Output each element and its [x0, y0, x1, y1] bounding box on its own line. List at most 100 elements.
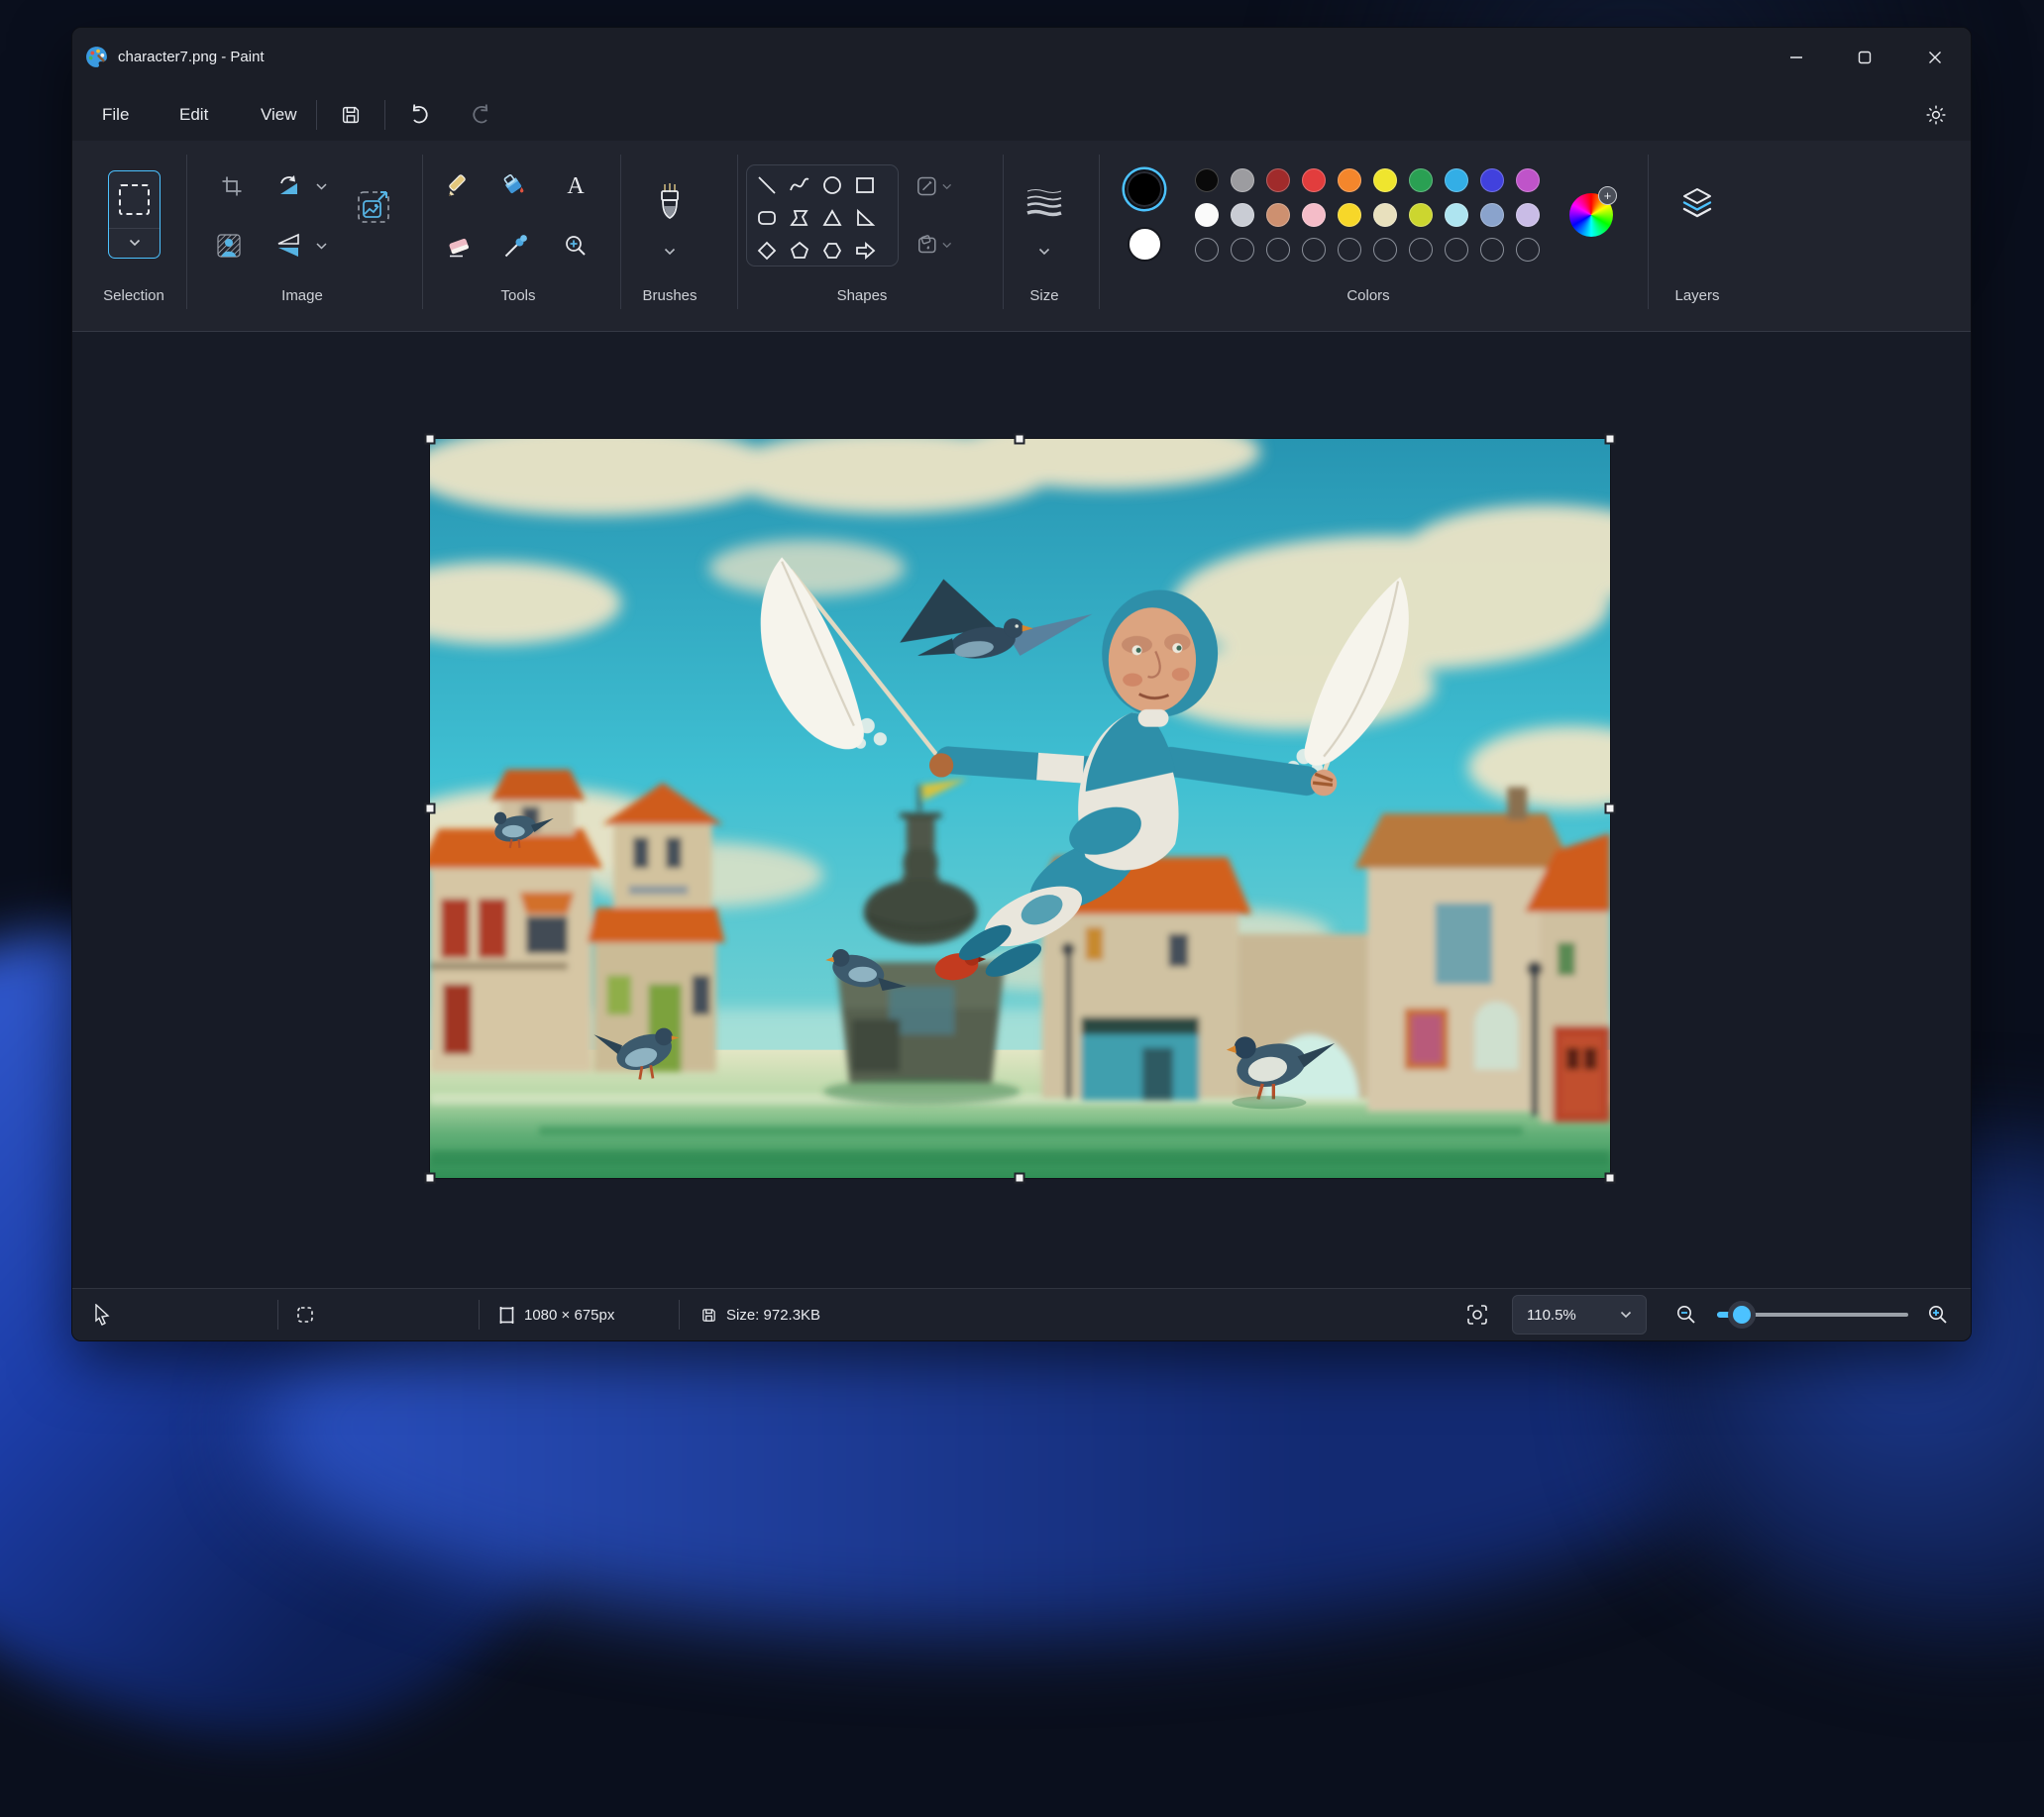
color-swatch[interactable] — [1445, 203, 1468, 227]
pencil-tool-icon[interactable] — [441, 167, 477, 203]
zoom-in-icon[interactable] — [1921, 1289, 1955, 1340]
selection-handle-bottom-right[interactable] — [1604, 1172, 1616, 1184]
shape-triangle-icon[interactable] — [819, 205, 845, 231]
ribbon: Selection Image A Tools Brushes Shapes S… — [72, 141, 1971, 332]
shape-oval-icon[interactable] — [819, 172, 845, 198]
color-swatch-empty[interactable] — [1266, 238, 1290, 262]
color-swatch-empty[interactable] — [1373, 238, 1397, 262]
color-swatch[interactable] — [1302, 203, 1326, 227]
shape-line-icon[interactable] — [754, 172, 780, 198]
shape-rounded-rectangle-icon[interactable] — [754, 205, 780, 231]
zoom-level-value: 110.5% — [1527, 1306, 1576, 1324]
color-swatch[interactable] — [1445, 168, 1468, 192]
color-swatch[interactable] — [1338, 168, 1361, 192]
selection-handle-top-middle[interactable] — [1014, 433, 1025, 445]
layers-icon[interactable] — [1674, 180, 1720, 226]
background-color-swatch[interactable] — [1128, 227, 1162, 262]
paint-window: character7.png - Paint File Edit View Se… — [71, 27, 1972, 1341]
remove-background-icon[interactable] — [211, 228, 247, 264]
color-swatch[interactable] — [1231, 203, 1254, 227]
foreground-color-swatch[interactable] — [1125, 169, 1164, 209]
selection-handle-top-right[interactable] — [1604, 433, 1616, 445]
shape-rectangle-icon[interactable] — [852, 172, 878, 198]
section-label-shapes: Shapes — [836, 287, 888, 304]
color-swatch[interactable] — [1516, 168, 1540, 192]
selection-handle-bottom-left[interactable] — [424, 1172, 436, 1184]
selection-handle-top-left[interactable] — [424, 433, 436, 445]
fill-tool-icon[interactable] — [496, 167, 532, 203]
color-swatch-empty[interactable] — [1302, 238, 1326, 262]
color-swatch-empty[interactable] — [1445, 238, 1468, 262]
divider — [479, 1300, 480, 1330]
rotate-dropdown-chevron-icon[interactable] — [308, 171, 334, 201]
canvas-image[interactable] — [430, 439, 1610, 1178]
eraser-tool-icon[interactable] — [441, 228, 477, 264]
minimize-button[interactable] — [1774, 38, 1819, 77]
menu-view[interactable]: View — [245, 97, 313, 133]
maximize-button[interactable] — [1842, 38, 1887, 77]
color-swatch[interactable] — [1516, 203, 1540, 227]
selection-handle-bottom-middle[interactable] — [1014, 1172, 1025, 1184]
shape-outline-button[interactable] — [915, 170, 951, 202]
brushes-icon[interactable] — [650, 178, 690, 230]
color-swatch[interactable] — [1480, 168, 1504, 192]
selection-handle-middle-left[interactable] — [424, 802, 436, 814]
zoom-slider-thumb[interactable] — [1728, 1301, 1756, 1329]
shape-arrow-icon[interactable] — [852, 238, 878, 264]
selection-dropdown[interactable] — [109, 229, 160, 257]
color-swatch[interactable] — [1480, 203, 1504, 227]
fit-to-screen-icon[interactable] — [1459, 1289, 1495, 1340]
shape-fill-button[interactable] — [915, 229, 951, 261]
settings-gear-icon[interactable] — [1915, 95, 1957, 135]
color-swatch-empty[interactable] — [1480, 238, 1504, 262]
brushes-dropdown-chevron-icon[interactable] — [657, 241, 683, 263]
color-swatch[interactable] — [1266, 168, 1290, 192]
color-swatch[interactable] — [1409, 203, 1433, 227]
color-swatch[interactable] — [1409, 168, 1433, 192]
save-button[interactable] — [331, 97, 371, 133]
divider — [277, 1300, 278, 1330]
color-swatch[interactable] — [1195, 203, 1219, 227]
text-tool-icon[interactable]: A — [558, 167, 593, 203]
zoom-out-icon[interactable] — [1669, 1289, 1703, 1340]
shape-pentagon-icon[interactable] — [787, 238, 812, 264]
color-swatch[interactable] — [1338, 203, 1361, 227]
color-swatch[interactable] — [1231, 168, 1254, 192]
section-label-colors: Colors — [1346, 287, 1390, 304]
file-size-value: Size: 972.3KB — [726, 1306, 821, 1324]
color-swatch[interactable] — [1373, 168, 1397, 192]
zoom-level-dropdown[interactable]: 110.5% — [1512, 1295, 1647, 1335]
color-picker-tool-icon[interactable] — [498, 228, 534, 264]
color-swatch-empty[interactable] — [1338, 238, 1361, 262]
menu-file[interactable]: File — [86, 97, 145, 133]
selection-handle-middle-right[interactable] — [1604, 802, 1616, 814]
size-dropdown-chevron-icon[interactable] — [1031, 241, 1057, 263]
color-swatch[interactable] — [1373, 203, 1397, 227]
rotate-icon[interactable] — [270, 168, 306, 204]
crop-icon[interactable] — [214, 168, 250, 204]
rectangle-select-icon[interactable] — [109, 171, 160, 229]
color-swatch[interactable] — [1195, 168, 1219, 192]
shape-hexagon-icon[interactable] — [819, 238, 845, 264]
color-swatch-empty[interactable] — [1231, 238, 1254, 262]
redo-button[interactable] — [462, 97, 501, 133]
magnifier-tool-icon[interactable] — [558, 228, 593, 264]
flip-dropdown-chevron-icon[interactable] — [308, 231, 334, 261]
menu-edit[interactable]: Edit — [163, 97, 224, 133]
color-swatch-empty[interactable] — [1516, 238, 1540, 262]
flip-icon[interactable] — [270, 228, 306, 264]
close-button[interactable] — [1912, 38, 1958, 77]
color-swatch-empty[interactable] — [1195, 238, 1219, 262]
selection-tool-button[interactable] — [108, 170, 161, 259]
color-swatch-empty[interactable] — [1409, 238, 1433, 262]
resize-icon[interactable] — [351, 184, 396, 230]
shape-curve-icon[interactable] — [787, 172, 812, 198]
shape-polygon-icon[interactable] — [787, 205, 812, 231]
undo-button[interactable] — [399, 97, 439, 133]
shape-right-triangle-icon[interactable] — [852, 205, 878, 231]
shape-diamond-icon[interactable] — [754, 238, 780, 264]
color-swatch[interactable] — [1302, 168, 1326, 192]
color-swatch[interactable] — [1266, 203, 1290, 227]
shapes-grid — [746, 164, 899, 267]
size-icon[interactable] — [1022, 180, 1067, 224]
